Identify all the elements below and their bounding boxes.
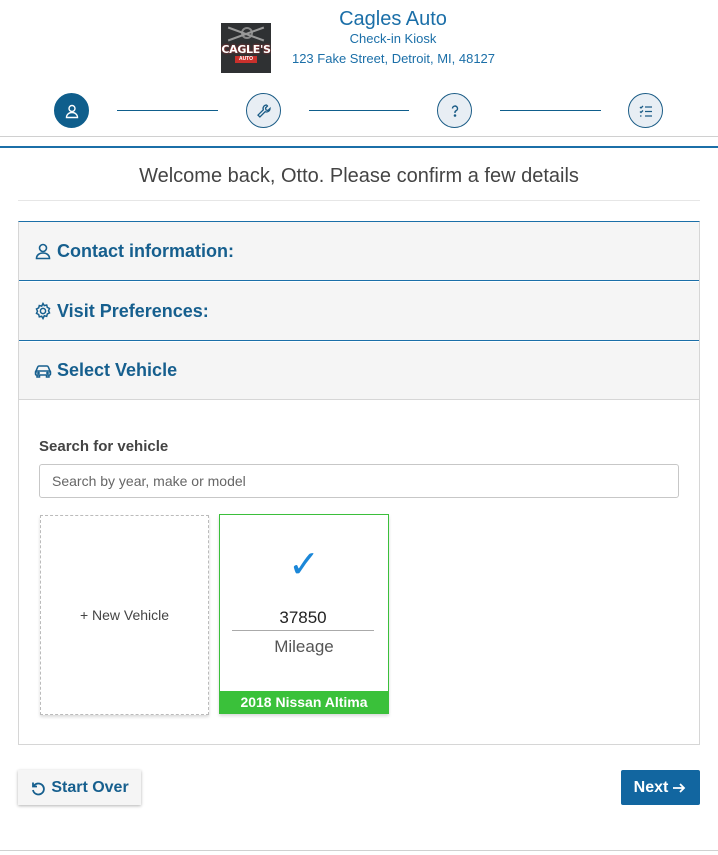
- accordion-contact-label: Contact information:: [57, 240, 234, 261]
- undo-icon: [32, 782, 46, 795]
- checkmark-icon: ✓: [288, 544, 320, 586]
- step-questions[interactable]: [437, 93, 472, 128]
- checkin-accordion: Contact information: Visit Preferences: …: [18, 221, 700, 745]
- vehicle-card-selected[interactable]: ✓ 37850 Mileage 2018 Nissan Altima: [219, 514, 389, 714]
- business-address: 123 Fake Street, Detroit, MI, 48127: [291, 51, 496, 66]
- divider: [0, 136, 718, 137]
- next-button[interactable]: Next: [621, 770, 700, 805]
- header: CAGLE'S AUTO Cagles Auto Check-in Kiosk …: [0, 0, 718, 80]
- step-contact[interactable]: [54, 93, 89, 128]
- logo-subtext: AUTO: [235, 56, 257, 63]
- gear-icon: [35, 302, 51, 320]
- accordion-vehicle-header[interactable]: Select Vehicle: [19, 342, 699, 400]
- user-icon: [35, 243, 51, 260]
- divider-accent: [0, 146, 718, 148]
- step-connector: [500, 110, 601, 111]
- vehicle-search-input[interactable]: [39, 464, 679, 498]
- new-vehicle-card[interactable]: + New Vehicle: [40, 515, 209, 715]
- logo: CAGLE'S AUTO: [221, 23, 271, 73]
- step-connector: [117, 110, 218, 111]
- car-icon: [34, 364, 52, 378]
- step-summary[interactable]: [628, 93, 663, 128]
- mileage-value[interactable]: 37850: [232, 608, 374, 631]
- divider: [18, 200, 700, 201]
- accordion-vehicle-label: Select Vehicle: [57, 360, 178, 380]
- accordion-preferences-label: Visit Preferences:: [57, 300, 209, 321]
- step-connector: [309, 110, 409, 111]
- search-label: Search for vehicle: [39, 438, 169, 455]
- business-name: Cagles Auto: [339, 8, 447, 30]
- new-vehicle-label: + New Vehicle: [79, 607, 170, 623]
- arrow-right-icon: [673, 782, 686, 793]
- checklist-icon: [639, 105, 652, 117]
- kiosk-subtitle: Check-in Kiosk: [349, 31, 437, 46]
- accordion-preferences-header[interactable]: Visit Preferences:: [19, 282, 699, 341]
- vehicle-name: 2018 Nissan Altima: [220, 691, 388, 713]
- logo-text: CAGLE'S: [221, 43, 271, 56]
- question-icon: [451, 104, 458, 117]
- start-over-label: Start Over: [51, 778, 129, 796]
- start-over-button[interactable]: Start Over: [18, 770, 141, 805]
- footer-divider: [0, 850, 718, 851]
- next-label: Next: [633, 778, 669, 796]
- step-service[interactable]: [246, 93, 281, 128]
- user-icon: [65, 104, 78, 118]
- mileage-label: Mileage: [274, 637, 334, 656]
- welcome-heading: Welcome back, Otto. Please confirm a few…: [139, 165, 579, 187]
- wrench-icon: [256, 103, 271, 118]
- accordion-contact-header[interactable]: Contact information:: [19, 222, 699, 281]
